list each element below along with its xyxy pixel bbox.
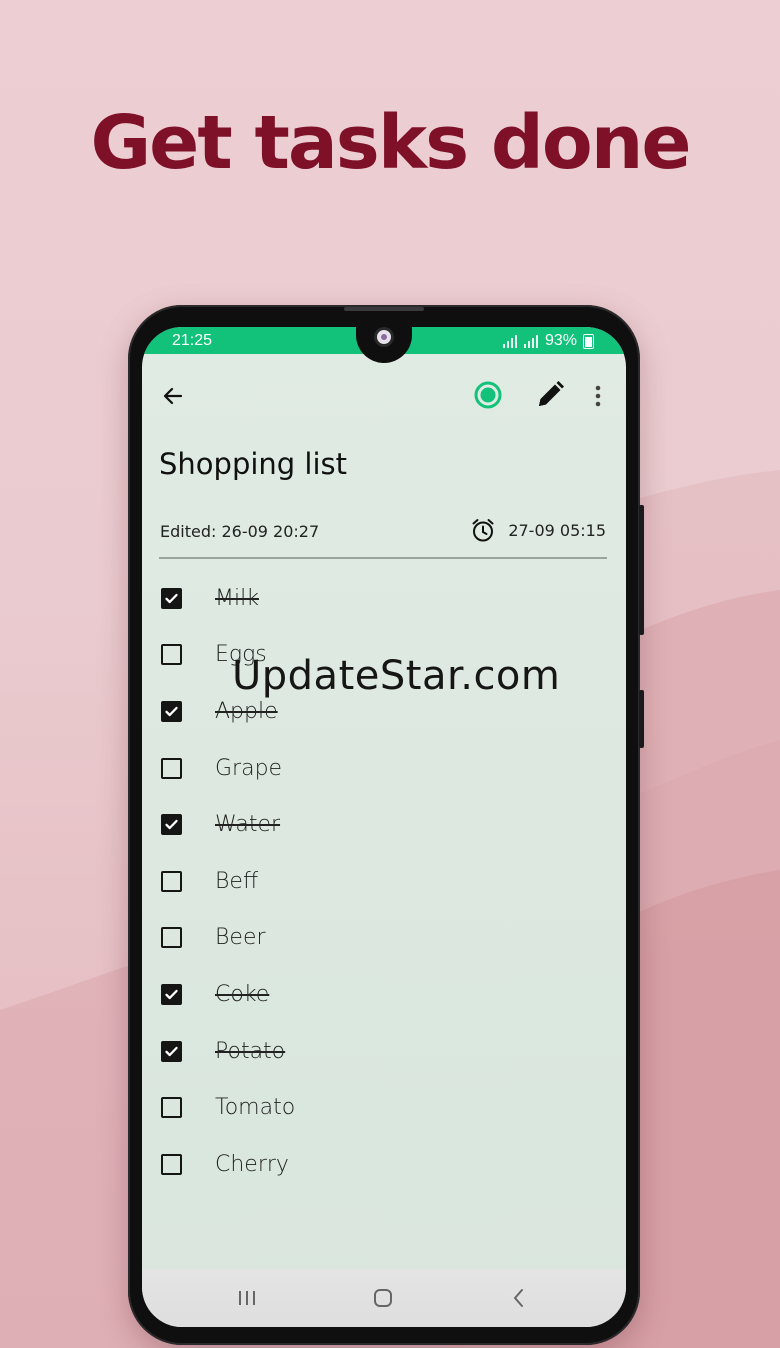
list-item: Beer xyxy=(142,910,626,967)
home-icon xyxy=(374,1289,392,1307)
reminder-time: 27-09 05:15 xyxy=(508,520,606,540)
item-label[interactable]: Grape xyxy=(215,756,282,781)
status-indicators: 93% xyxy=(502,332,594,350)
pencil-icon xyxy=(539,381,564,406)
app-bar xyxy=(142,367,626,423)
check-icon xyxy=(165,593,178,603)
nav-recents-button[interactable] xyxy=(232,1283,262,1313)
item-checkbox-checked[interactable] xyxy=(161,983,182,1005)
check-icon xyxy=(165,820,178,830)
phone-speaker xyxy=(344,307,424,311)
power-button xyxy=(639,690,644,748)
circle-icon xyxy=(474,381,502,409)
edited-timestamp: Edited: 26-09 20:27 xyxy=(160,522,320,541)
list-item: Tomato xyxy=(142,1079,626,1136)
reminder[interactable]: 27-09 05:15 xyxy=(470,517,606,543)
phone-frame: 21:25 93% Shopping list Edited: 26-09 20… xyxy=(128,305,644,1345)
navigation-bar xyxy=(142,1269,626,1327)
item-label[interactable]: Water xyxy=(215,812,280,837)
back-button[interactable] xyxy=(156,379,190,413)
edit-button[interactable] xyxy=(530,375,570,415)
battery-icon xyxy=(583,333,594,349)
status-toggle-button[interactable] xyxy=(470,377,506,413)
signal-icon xyxy=(502,334,517,348)
more-vertical-icon xyxy=(595,385,601,407)
item-label[interactable]: Cherry xyxy=(215,1152,289,1177)
arrow-left-icon xyxy=(163,387,183,405)
note-title[interactable]: Shopping list xyxy=(159,447,347,481)
item-checkbox[interactable] xyxy=(161,1097,182,1119)
list-item: Cherry xyxy=(142,1136,626,1193)
list-item: Potato xyxy=(142,1023,626,1080)
list-item: Coke xyxy=(142,966,626,1023)
item-checkbox[interactable] xyxy=(161,644,182,666)
divider xyxy=(159,557,607,559)
item-label[interactable]: Apple xyxy=(215,699,278,724)
headline: Get tasks done xyxy=(90,100,691,186)
nav-home-button[interactable] xyxy=(368,1283,398,1313)
item-checkbox-checked[interactable] xyxy=(161,814,182,836)
more-options-button[interactable] xyxy=(586,379,610,413)
item-checkbox[interactable] xyxy=(161,1153,182,1175)
nav-back-button[interactable] xyxy=(504,1283,534,1313)
item-checkbox[interactable] xyxy=(161,870,182,892)
item-checkbox-checked[interactable] xyxy=(161,1040,182,1062)
check-icon xyxy=(165,706,178,717)
check-icon xyxy=(165,1046,178,1056)
camera-notch xyxy=(356,327,412,363)
list-item: Grape xyxy=(142,740,626,797)
signal-icon-2 xyxy=(523,334,538,348)
phone-screen: 21:25 93% Shopping list Edited: 26-09 20… xyxy=(142,327,626,1327)
battery-percentage: 93% xyxy=(544,332,577,349)
list-item: Beff xyxy=(142,853,626,910)
check-icon xyxy=(165,989,178,1000)
item-label[interactable]: Milk xyxy=(215,586,259,611)
item-label[interactable]: Tomato xyxy=(215,1095,295,1120)
item-checkbox-checked[interactable] xyxy=(161,700,182,722)
list-item: Water xyxy=(142,796,626,853)
alarm-clock-icon xyxy=(472,519,494,542)
item-checkbox[interactable] xyxy=(161,927,182,949)
item-label[interactable]: Beff xyxy=(215,869,258,894)
item-label[interactable]: Potato xyxy=(215,1039,285,1064)
watermark: UpdateStar.com xyxy=(232,653,561,699)
item-label[interactable]: Beer xyxy=(215,925,266,950)
item-checkbox[interactable] xyxy=(161,757,182,779)
item-label[interactable]: Coke xyxy=(215,982,269,1007)
chevron-left-icon xyxy=(514,1289,523,1307)
recents-icon xyxy=(239,1291,255,1305)
volume-button xyxy=(639,505,644,635)
camera-icon xyxy=(374,327,394,347)
status-time: 21:25 xyxy=(172,332,213,349)
item-checkbox-checked[interactable] xyxy=(161,587,182,609)
list-item: Milk xyxy=(142,570,626,627)
